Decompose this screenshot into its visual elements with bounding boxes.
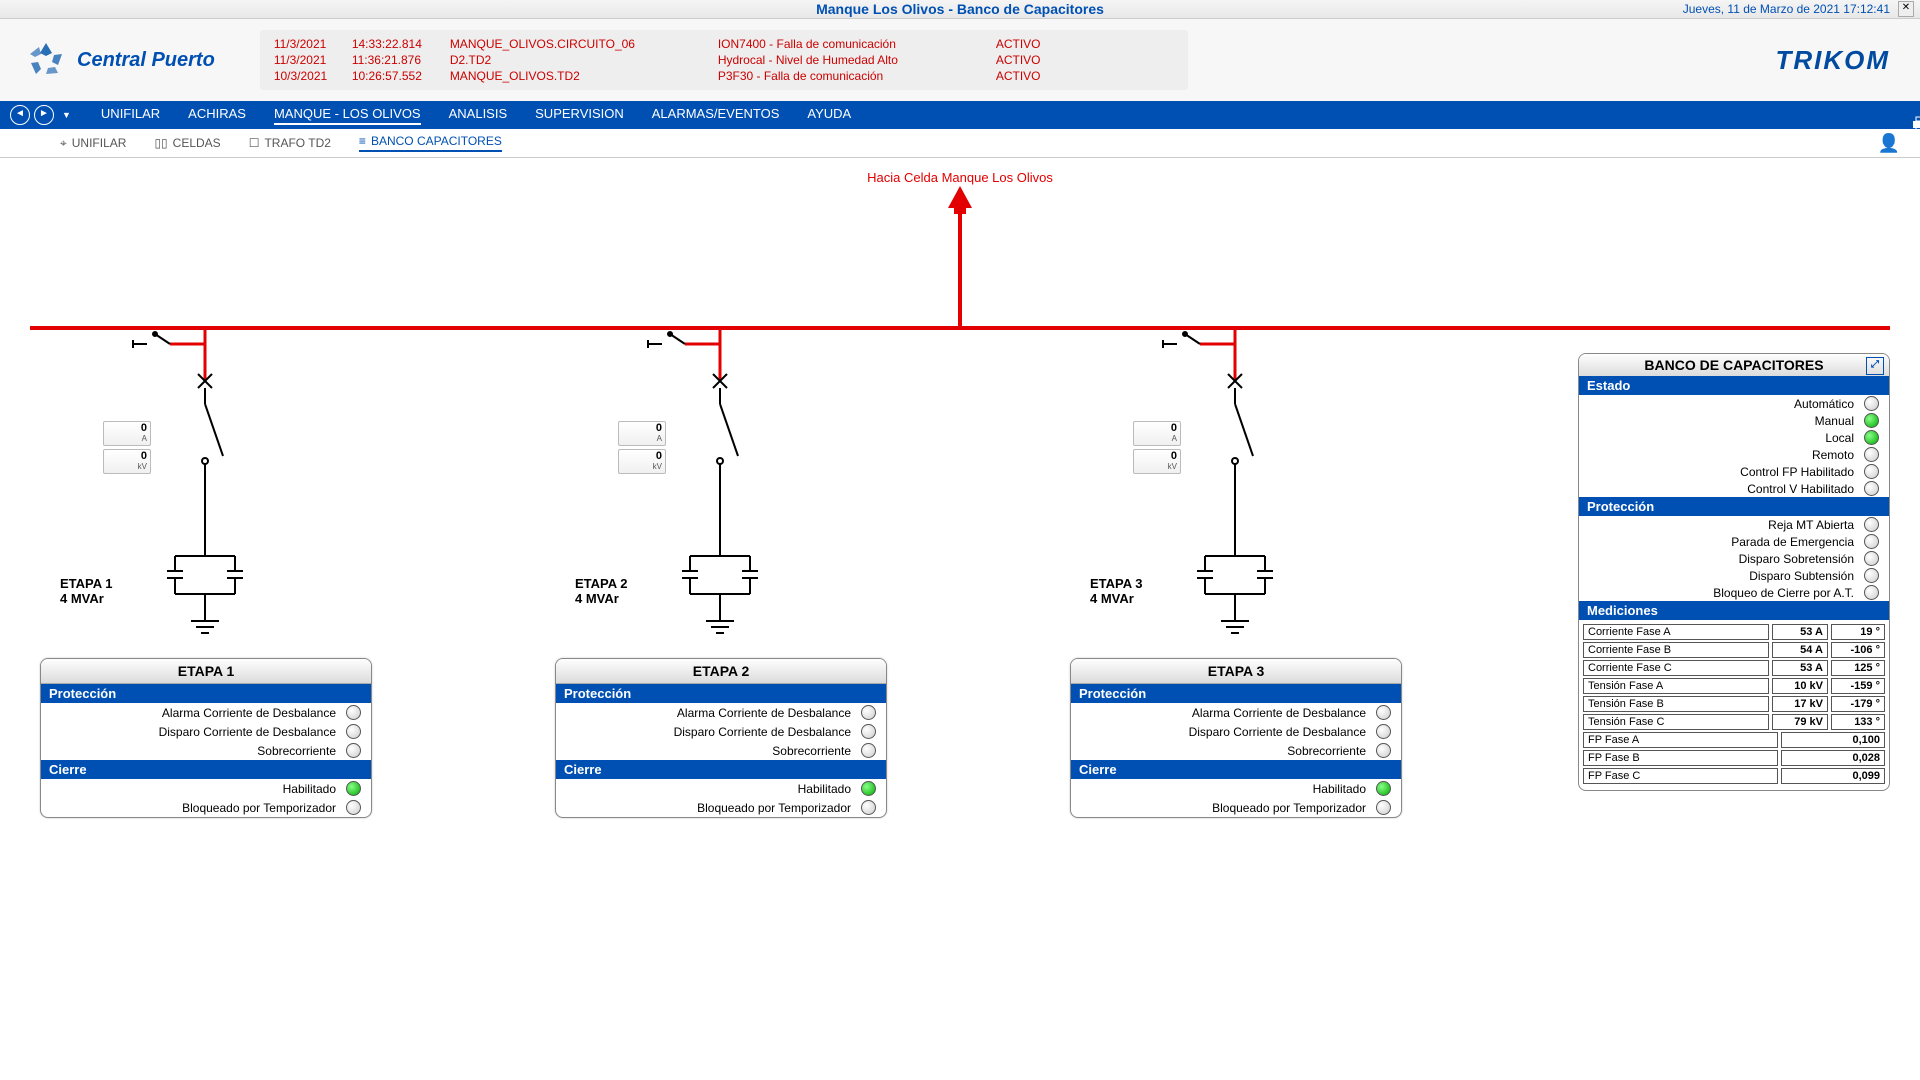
led-icon [346,724,361,739]
panel-etapa-1: ETAPA 1 Protección Alarma Corriente de D… [40,658,372,818]
row-manual: Manual [1579,412,1889,429]
stage-3-measurements: 0A 0kV [1133,421,1181,477]
celdas-icon: ▯▯ [154,136,167,150]
alarm-log: 11/3/202114:33:22.814MANQUE_OLIVOS.CIRCU… [260,30,1188,90]
row-parada-emerg: Parada de Emergencia [1579,533,1889,550]
led-icon [1864,534,1879,549]
led-icon [1864,430,1879,445]
row-local: Local [1579,429,1889,446]
led-icon [1864,447,1879,462]
measurements-table: Corriente Fase A53 A19 ° Corriente Fase … [1579,620,1889,790]
row-disparo-desbalance: Disparo Corriente de Desbalance [41,722,371,741]
row-control-fp: Control FP Habilitado [1579,463,1889,480]
led-icon [346,743,361,758]
tab-alarmas[interactable]: ALARMAS/EVENTOS [652,106,780,125]
led-icon [1864,396,1879,411]
row-disparo-subtension: Disparo Subtensión [1579,567,1889,584]
row-reja-mt: Reja MT Abierta [1579,516,1889,533]
row-disparo-sobretension: Disparo Sobretensión [1579,550,1889,567]
led-icon [1864,413,1879,428]
row-habilitado: Habilitado [41,779,371,798]
nav-fwd-button[interactable]: ► [34,105,54,125]
led-icon [346,705,361,720]
led-icon [861,800,876,815]
led-icon [1376,724,1391,739]
stage-2-measurements: 0A 0kV [618,421,666,477]
led-icon [1864,517,1879,532]
stage-1-label: ETAPA 14 MVAr [60,576,113,606]
logo-right: TRIKOM [1775,45,1920,76]
tab-ayuda[interactable]: AYUDA [807,106,851,125]
led-icon [1864,585,1879,600]
stage-1-schematic [95,326,315,656]
title-bar: Manque Los Olivos - Banco de Capacitores… [0,0,1920,19]
sub-menu: ⌖UNIFILAR ▯▯CELDAS ☐TRAFO TD2 ≡BANCO CAP… [0,129,1920,158]
led-icon [861,781,876,796]
banco-icon: ≡ [359,134,366,148]
led-icon [1376,705,1391,720]
tab-unifilar[interactable]: UNIFILAR [101,106,160,125]
datetime: Jueves, 11 de Marzo de 2021 17:12:41 [1683,2,1890,16]
tab-analisis[interactable]: ANALISIS [449,106,508,125]
led-icon [1376,743,1391,758]
proteccion-header: Protección [41,684,371,703]
panel-etapa-3: ETAPA 3 Protección Alarma Corriente de D… [1070,658,1402,818]
nav-back-button[interactable]: ◄ [10,105,30,125]
row-remoto: Remoto [1579,446,1889,463]
row-bloqueado: Bloqueado por Temporizador [41,798,371,817]
mediciones-header: Mediciones [1579,601,1889,620]
led-icon [1864,551,1879,566]
tab-manque[interactable]: MANQUE - LOS OLIVOS [274,106,421,125]
led-icon [861,743,876,758]
tab-supervision[interactable]: SUPERVISION [535,106,624,125]
led-icon [1864,568,1879,583]
logo-left: Central Puerto [0,39,240,81]
header: Central Puerto 11/3/202114:33:22.814MANQ… [0,19,1920,101]
panel-etapa-2: ETAPA 2 Protección Alarma Corriente de D… [555,658,887,818]
unifilar-icon: ⌖ [60,136,67,151]
led-icon [346,800,361,815]
expand-icon[interactable]: ⤢ [1866,357,1884,375]
panel-etapa-2-title: ETAPA 2 [556,659,886,684]
diagram-canvas: Hacia Celda Manque Los Olivos [0,158,1920,1036]
user-icon[interactable]: 👤 [1878,133,1900,154]
side-panel-title: BANCO DE CAPACITORES⤢ [1579,354,1889,376]
main-menu: ◄ ► ▼ UNIFILAR ACHIRAS MANQUE - LOS OLIV… [0,101,1920,129]
panel-etapa-3-title: ETAPA 3 [1071,659,1401,684]
led-icon [861,724,876,739]
led-icon [346,781,361,796]
row-sobrecorriente: Sobrecorriente [41,741,371,760]
subtab-trafo[interactable]: ☐TRAFO TD2 [249,136,331,150]
row-bloqueo-at: Bloqueo de Cierre por A.T. [1579,584,1889,601]
led-icon [1864,481,1879,496]
stage-2-label: ETAPA 24 MVAr [575,576,628,606]
close-button[interactable]: ✕ [1898,1,1914,17]
stage-3-label: ETAPA 34 MVAr [1090,576,1143,606]
row-alarma-desbalance: Alarma Corriente de Desbalance [41,703,371,722]
led-icon [1376,781,1391,796]
logo-text: Central Puerto [77,49,215,72]
subtab-banco[interactable]: ≡BANCO CAPACITORES [359,134,502,152]
estado-header: Estado [1579,376,1889,395]
led-icon [1376,800,1391,815]
nav-dropdown[interactable]: ▼ [62,110,71,120]
subtab-celdas[interactable]: ▯▯CELDAS [154,136,220,150]
stage-2-schematic [610,326,830,656]
led-icon [1864,464,1879,479]
panel-etapa-1-title: ETAPA 1 [41,659,371,684]
logo-icon [25,39,67,81]
stage-1-measurements: 0A 0kV [103,421,151,477]
trafo-icon: ☐ [249,136,260,150]
cierre-header: Cierre [41,760,371,779]
led-icon [861,705,876,720]
subtab-unifilar[interactable]: ⌖UNIFILAR [60,136,126,151]
row-automatico: Automático [1579,395,1889,412]
tab-achiras[interactable]: ACHIRAS [188,106,246,125]
side-panel: BANCO DE CAPACITORES⤢ Estado Automático … [1578,353,1890,791]
proteccion-header: Protección [1579,497,1889,516]
row-control-v: Control V Habilitado [1579,480,1889,497]
page-title: Manque Los Olivos - Banco de Capacitores [816,1,1104,17]
stage-3-schematic [1125,326,1345,656]
